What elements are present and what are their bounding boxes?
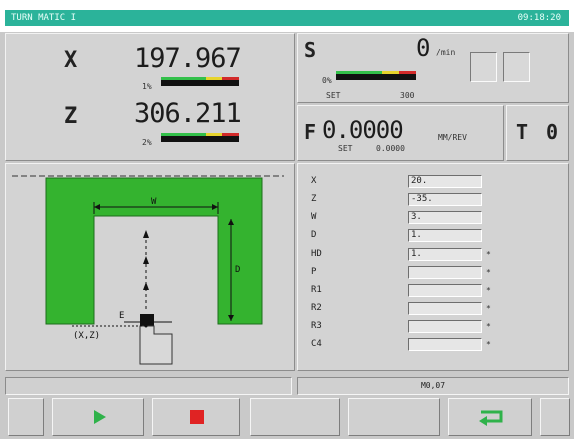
param-z-label: Z <box>311 194 317 204</box>
param-z-field[interactable]: -35. <box>408 193 482 206</box>
return-icon <box>479 410 503 426</box>
feed-set-value: 0.0000 <box>376 144 405 153</box>
feed-value: 0.0000 <box>322 116 404 144</box>
param-x-label: X <box>311 176 317 186</box>
dim-d-label: D <box>235 265 240 275</box>
axis-z-name: Z <box>64 104 78 129</box>
tool-label: T <box>516 120 529 144</box>
param-p-label: P <box>311 267 317 277</box>
param-d-field[interactable]: 1. <box>408 229 482 242</box>
param-hd-field[interactable]: 1. <box>408 248 482 261</box>
axis-x-name: X <box>64 48 78 73</box>
axis-x-value: 197.967 <box>134 43 242 74</box>
spindle-label: S <box>304 38 317 62</box>
param-p-mark: * <box>486 268 491 277</box>
tool-value: 0 <box>546 120 559 144</box>
axis-x-load-label: 1% <box>142 82 152 91</box>
feed-panel: F 0.0000 MM/REV SET 0.0000 <box>297 105 504 161</box>
param-hd-mark: * <box>486 250 491 259</box>
spindle-indicator-2 <box>503 52 530 82</box>
window-title: TURN MATIC I <box>11 13 77 23</box>
status-text: M0,07 <box>420 381 446 390</box>
dim-w-label: W <box>151 197 157 207</box>
param-c4-label: C4 <box>311 339 322 349</box>
spindle-set-label: SET <box>326 91 341 100</box>
axis-panel: X 197.967 1% Z 306.211 2% <box>5 33 295 161</box>
axis-x-load-meter <box>161 77 239 86</box>
spindle-set-value: 300 <box>400 91 415 100</box>
spindle-load-label: 0% <box>322 76 332 85</box>
tool-holder <box>139 325 173 365</box>
param-w-field[interactable]: 3. <box>408 211 482 224</box>
param-r3-mark: * <box>486 322 491 331</box>
dim-e-label: E <box>119 311 124 321</box>
spindle-panel: S 0 /min 0% SET 300 <box>297 33 569 103</box>
param-r1-label: R1 <box>311 285 322 295</box>
param-r2-mark: * <box>486 304 491 313</box>
tool-panel: T 0 <box>506 105 569 161</box>
groove-diagram: W D E (X,Z) <box>12 175 284 365</box>
param-p-field[interactable] <box>408 266 482 279</box>
axis-z-value: 306.211 <box>134 98 242 129</box>
param-r3-field[interactable] <box>408 320 482 333</box>
param-d-label: D <box>311 230 317 240</box>
param-r2-label: R2 <box>311 303 322 313</box>
origin-label: (X,Z) <box>73 331 100 341</box>
tool-tip <box>140 314 154 326</box>
play-icon <box>94 410 106 424</box>
spindle-value: 0 <box>416 34 430 62</box>
param-w-label: W <box>311 212 317 222</box>
param-r1-mark: * <box>486 286 491 295</box>
feed-unit: MM/REV <box>438 133 467 142</box>
spindle-unit: /min <box>436 48 456 57</box>
status-right: M0,07 <box>297 377 569 395</box>
title-bar: TURN MATIC I 09:18:20 <box>0 0 574 32</box>
param-c4-field[interactable] <box>408 338 482 351</box>
spindle-load-meter <box>336 71 416 80</box>
spindle-indicator-1 <box>470 52 497 82</box>
param-c4-mark: * <box>486 340 491 349</box>
softkey-return[interactable] <box>448 398 532 436</box>
stop-icon <box>190 410 204 424</box>
softkey-4[interactable] <box>250 398 340 436</box>
param-x-field[interactable]: 20. <box>408 175 482 188</box>
param-r1-field[interactable] <box>408 284 482 297</box>
softkey-5[interactable] <box>348 398 440 436</box>
softkey-play[interactable] <box>52 398 144 436</box>
param-hd-label: HD <box>311 249 322 259</box>
param-r2-field[interactable] <box>408 302 482 315</box>
param-r3-label: R3 <box>311 321 322 331</box>
axis-z-load-meter <box>161 133 239 142</box>
softkey-1[interactable] <box>8 398 44 436</box>
softkey-7[interactable] <box>540 398 570 436</box>
feed-set-label: SET <box>338 144 353 153</box>
axis-z-load-label: 2% <box>142 138 152 147</box>
cycle-diagram-panel: W D E (X,Z) <box>5 163 295 371</box>
title-bar-strip: TURN MATIC I 09:18:20 <box>5 10 569 26</box>
softkey-stop[interactable] <box>152 398 240 436</box>
clock: 09:18:20 <box>517 13 561 23</box>
status-left <box>5 377 292 395</box>
feed-label: F <box>304 120 317 144</box>
